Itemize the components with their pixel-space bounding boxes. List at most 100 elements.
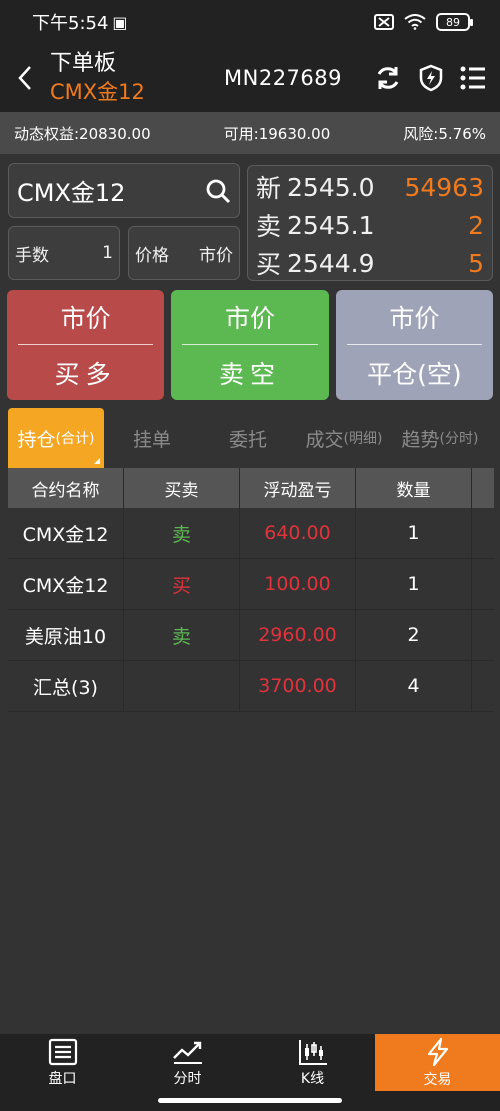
buy-label: 买多 (54, 359, 117, 389)
sim-icon (374, 14, 394, 30)
contract-name: CMX金12 (8, 559, 124, 609)
tab-positions[interactable]: 持仓 (合计) (8, 408, 104, 468)
order-form: CMX金12 手数 1 价格 市价 (8, 163, 240, 280)
page-title: 下单板 (50, 51, 117, 76)
status-bar: 下午5:54 ▣ 89 (0, 0, 500, 44)
tab-label: 委托 (228, 428, 267, 451)
quantity-value: 1 (102, 243, 113, 263)
position-qty: 1 (356, 508, 472, 558)
floating-pnl: 640.00 (240, 508, 356, 558)
summary-label: 汇总(3) (8, 661, 124, 711)
table-row[interactable]: CMX金12 卖 640.00 1 (8, 508, 494, 559)
close-position-button[interactable]: 市价 平仓(空) (335, 290, 493, 400)
available-text: 可用:19630.00 (223, 124, 331, 143)
order-actions: 市价 买多 市价 卖空 市价 平仓(空) (7, 290, 493, 400)
floating-pnl: 2960.00 (240, 610, 356, 660)
candlestick-icon (298, 1039, 327, 1065)
status-time: 下午5:54 (32, 13, 109, 34)
quote-volume: 5 (468, 248, 484, 278)
account-info-bar: 动态权益:20830.00 可用:19630.00 风险:5.76% (0, 112, 500, 154)
home-indicator[interactable] (158, 1098, 342, 1103)
table-header: 合约名称 买卖 浮动盈亏 数量 (8, 468, 494, 508)
symbol-search-input[interactable]: CMX金12 (8, 163, 240, 218)
battery-level: 89 (446, 15, 460, 29)
risk-text: 风险:5.76% (403, 124, 486, 143)
menu-icon[interactable] (460, 66, 486, 90)
quote-price: 2545.0 (287, 172, 375, 202)
sell-price-type: 市价 (224, 304, 275, 333)
battery-icon: 89 (436, 13, 473, 31)
column-header: 浮动盈亏 (240, 468, 356, 508)
back-button[interactable] (0, 44, 50, 112)
nav-orderbook[interactable]: 盘口 (0, 1034, 125, 1091)
account-number: MN227689 (224, 66, 342, 90)
nav-label: 交易 (423, 1071, 452, 1088)
trade-side: 卖 (124, 508, 240, 558)
positions-table: 合约名称 买卖 浮动盈亏 数量 CMX金12 卖 640.00 1 CMX金12… (8, 468, 494, 712)
table-row[interactable]: 美原油10 卖 2960.00 2 (8, 610, 494, 661)
buy-long-button[interactable]: 市价 买多 (7, 290, 165, 400)
quote-label: 买 (256, 250, 282, 279)
row-spacer (472, 610, 494, 660)
summary-row: 汇总(3) 3700.00 4 (8, 661, 494, 712)
nav-label: 盘口 (48, 1070, 77, 1087)
search-icon[interactable] (205, 178, 231, 204)
buy-price-type: 市价 (60, 304, 111, 333)
table-row[interactable]: CMX金12 买 100.00 1 (8, 559, 494, 610)
floating-pnl: 100.00 (240, 559, 356, 609)
equity-text: 动态权益:20830.00 (14, 124, 151, 143)
quantity-field[interactable]: 手数 1 (8, 226, 120, 280)
contract-name: 美原油10 (8, 610, 124, 660)
total-qty: 4 (356, 661, 472, 711)
close-label: 平仓(空) (367, 359, 462, 389)
lightning-icon (427, 1037, 448, 1066)
tab-orders[interactable]: 委托 (200, 408, 296, 468)
row-spacer (472, 559, 494, 609)
tab-trend[interactable]: 趋势 (分时) (392, 408, 488, 468)
trade-side (124, 661, 240, 711)
close-price-type: 市价 (389, 304, 440, 333)
row-spacer (472, 661, 494, 711)
sell-short-button[interactable]: 市价 卖空 (171, 290, 329, 400)
nav-timeshare[interactable]: 分时 (125, 1034, 250, 1091)
price-field[interactable]: 价格 市价 (128, 226, 240, 280)
quote-ask[interactable]: 卖 2545.1 2 (256, 206, 484, 244)
page-subtitle: CMX金12 (50, 80, 145, 104)
nav-label: 分时 (173, 1070, 202, 1087)
quote-bid[interactable]: 买 2544.9 5 (256, 244, 484, 282)
tab-label: 挂单 (132, 428, 171, 451)
quote-panel: 新 2545.0 54963 卖 2545.1 2 买 2544.9 5 (247, 165, 493, 281)
trade-side: 卖 (124, 610, 240, 660)
column-header: 数量 (356, 468, 472, 508)
tab-label: 持仓 (17, 428, 56, 451)
quote-volume: 54963 (404, 172, 484, 202)
quote-price: 2545.1 (287, 210, 375, 240)
quantity-label: 手数 (15, 245, 49, 266)
tab-label: 成交 (305, 428, 344, 451)
nav-trade[interactable]: 交易 (375, 1034, 500, 1091)
quote-label: 卖 (256, 212, 282, 241)
symbol-value: CMX金12 (17, 179, 126, 207)
tab-sublabel: (明细) (343, 431, 383, 447)
refresh-icon[interactable] (374, 64, 402, 92)
column-header-spacer (472, 468, 494, 508)
nav-kline[interactable]: K线 (250, 1034, 375, 1091)
timeshare-icon (172, 1041, 202, 1064)
position-qty: 1 (356, 559, 472, 609)
orderbook-icon (48, 1038, 77, 1065)
bottom-nav: 盘口 分时 K线 交易 (0, 1034, 500, 1091)
contract-name: CMX金12 (8, 508, 124, 558)
back-arrow-icon (18, 66, 31, 90)
shield-lightning-icon[interactable] (418, 64, 444, 92)
tab-sublabel: (合计) (55, 431, 95, 447)
tab-pending[interactable]: 挂单 (104, 408, 200, 468)
sell-label: 卖空 (218, 359, 281, 389)
nfc-icon: ▣ (112, 12, 128, 32)
total-pnl: 3700.00 (240, 661, 356, 711)
trade-side: 买 (124, 559, 240, 609)
price-label: 价格 (135, 245, 169, 266)
price-value: 市价 (199, 245, 233, 266)
tab-trades[interactable]: 成交 (明细) (296, 408, 392, 468)
nav-label: K线 (300, 1070, 325, 1087)
app-header: 下单板 CMX金12 MN227689 (0, 44, 500, 112)
